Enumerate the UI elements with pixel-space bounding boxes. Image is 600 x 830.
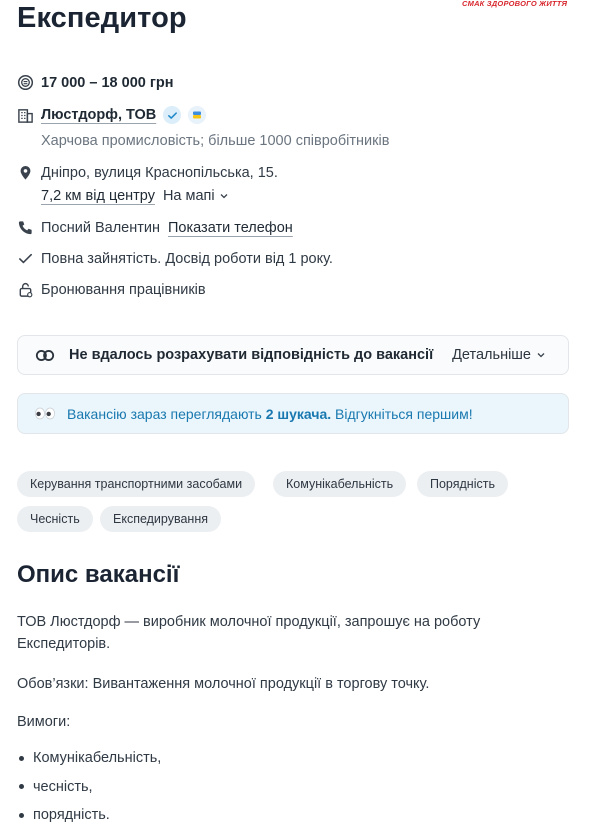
- list-item: Комунікабельність,: [17, 744, 161, 773]
- building-icon: [17, 107, 34, 124]
- verified-icon: [163, 106, 182, 124]
- skill-tag[interactable]: Порядність: [417, 471, 508, 497]
- ukraine-flag-icon: [188, 106, 207, 124]
- company-link[interactable]: Люстдорф, ТОВ: [41, 107, 156, 123]
- distance-link[interactable]: 7,2 км від центру: [41, 188, 155, 204]
- company-info: Харчова промисловість; більше 1000 співр…: [41, 133, 390, 149]
- map-toggle-label: На мапі: [162, 188, 215, 204]
- contact-name: Посний Валентин: [41, 219, 160, 236]
- phone-icon: [17, 219, 34, 236]
- views-count: 2 шукача.: [265, 405, 332, 422]
- description-title: Опис вакансії: [17, 561, 180, 588]
- requirement-text: порядність.: [33, 807, 110, 824]
- requirement-text: чесність,: [33, 778, 93, 795]
- skill-tag[interactable]: Комунікабельність: [273, 471, 407, 497]
- list-item: порядність.: [17, 801, 161, 830]
- location-pin-icon: [17, 164, 34, 181]
- company-row: Люстдорф, ТОВ: [17, 106, 207, 124]
- lock-icon: [17, 281, 34, 298]
- skill-tag[interactable]: Чесність: [17, 506, 93, 532]
- skill-tag[interactable]: Експедирування: [100, 506, 222, 532]
- views-prefix: Вакансію зараз переглядають: [67, 405, 262, 422]
- chevron-down-icon: [537, 353, 545, 358]
- reservation-text: Бронювання працівників: [41, 281, 206, 298]
- bullet-icon: [19, 755, 24, 761]
- salary-value: 17 000 – 18 000 грн: [41, 74, 174, 91]
- company-logo: СМАК ЗДОРОВОГО ЖИТТЯ: [462, 0, 568, 8]
- coin-icon: [17, 74, 34, 91]
- vacancy-page: Експедитор СМАК ЗДОРОВОГО ЖИТТЯ 17 000 –…: [0, 0, 600, 823]
- description-intro: ТОВ Люстдорф — виробник молочної продукц…: [17, 614, 481, 652]
- eyes-icon: [34, 407, 56, 420]
- employment-row: Повна зайнятість. Досвід роботи від 1 ро…: [17, 250, 333, 267]
- map-toggle[interactable]: На мапі: [163, 188, 229, 204]
- match-text: Не вдалось розрахувати відповідність до …: [69, 347, 434, 363]
- requirement-text: Комунікабельність,: [33, 750, 162, 767]
- views-text: Вакансію зараз переглядають 2 шукача. Ві…: [67, 406, 473, 422]
- match-card[interactable]: Не вдалось розрахувати відповідність до …: [17, 335, 569, 375]
- page-title: Експедитор: [17, 2, 187, 34]
- employment-text: Повна зайнятість. Досвід роботи від 1 ро…: [41, 250, 333, 267]
- list-item: чесність,: [17, 773, 161, 802]
- distance-row: 7,2 км від центру На мапі: [41, 188, 229, 204]
- views-suffix: Відгукніться першим!: [335, 405, 473, 422]
- checkmark-icon: [17, 250, 34, 267]
- contact-row: Посний Валентин Показати телефон: [17, 219, 293, 236]
- show-phone-button[interactable]: Показати телефон: [168, 220, 293, 236]
- address-text: Дніпро, вулиця Краснопільська, 15.: [41, 164, 278, 181]
- match-details-button[interactable]: Детальніше: [452, 347, 546, 363]
- address-row: Дніпро, вулиця Краснопільська, 15.: [17, 164, 278, 181]
- reservation-row: Бронювання працівників: [17, 281, 206, 298]
- salary-row: 17 000 – 18 000 грн: [17, 74, 174, 91]
- match-rings-icon: [35, 349, 55, 362]
- requirements-list: Комунікабельність, чесність, порядність.: [17, 744, 161, 830]
- bullet-icon: [19, 812, 24, 818]
- chevron-down-icon: [220, 194, 228, 199]
- views-card: Вакансію зараз переглядають 2 шукача. Ві…: [17, 393, 569, 434]
- description-duties: Обов’язки: Вивантаження молочної продукц…: [17, 676, 430, 692]
- requirements-label: Вимоги:: [17, 714, 71, 730]
- match-details-label: Детальніше: [452, 347, 531, 363]
- bullet-icon: [19, 784, 24, 790]
- skill-tag[interactable]: Керування транспортними засобами: [17, 471, 256, 497]
